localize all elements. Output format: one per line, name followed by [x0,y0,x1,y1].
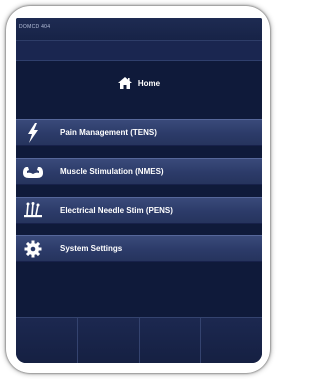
lightning-bolt-icon [22,122,44,144]
menu-item-label: System Settings [60,244,123,253]
nav-button-4[interactable] [201,318,262,363]
flexed-arm-icon [22,161,44,183]
device-screen: DOMCD 404 Home Pain Management (TENS) Mu… [16,18,262,363]
menu-item-muscle-stimulation[interactable]: Muscle Stimulation (NMES) [16,158,262,185]
bottom-nav-bar [16,317,262,363]
status-bar: DOMCD 404 [16,18,262,41]
menu-item-label: Pain Management (TENS) [60,128,157,137]
gear-icon [22,238,44,260]
home-label: Home [137,78,161,88]
menu-item-label: Electrical Needle Stim (PENS) [60,206,173,215]
menu-item-system-settings[interactable]: System Settings [16,235,262,262]
home-button[interactable]: Home [16,72,262,94]
nav-button-1[interactable] [16,318,78,363]
menu-item-label: Muscle Stimulation (NMES) [60,167,164,176]
menu-item-pain-management[interactable]: Pain Management (TENS) [16,119,262,146]
needles-icon [22,200,44,222]
menu-item-needle-stim[interactable]: Electrical Needle Stim (PENS) [16,197,262,224]
title-strip [16,41,262,61]
device-label: DOMCD 404 [19,24,51,30]
nav-button-3[interactable] [140,318,202,363]
home-icon [117,77,132,89]
nav-button-2[interactable] [78,318,140,363]
